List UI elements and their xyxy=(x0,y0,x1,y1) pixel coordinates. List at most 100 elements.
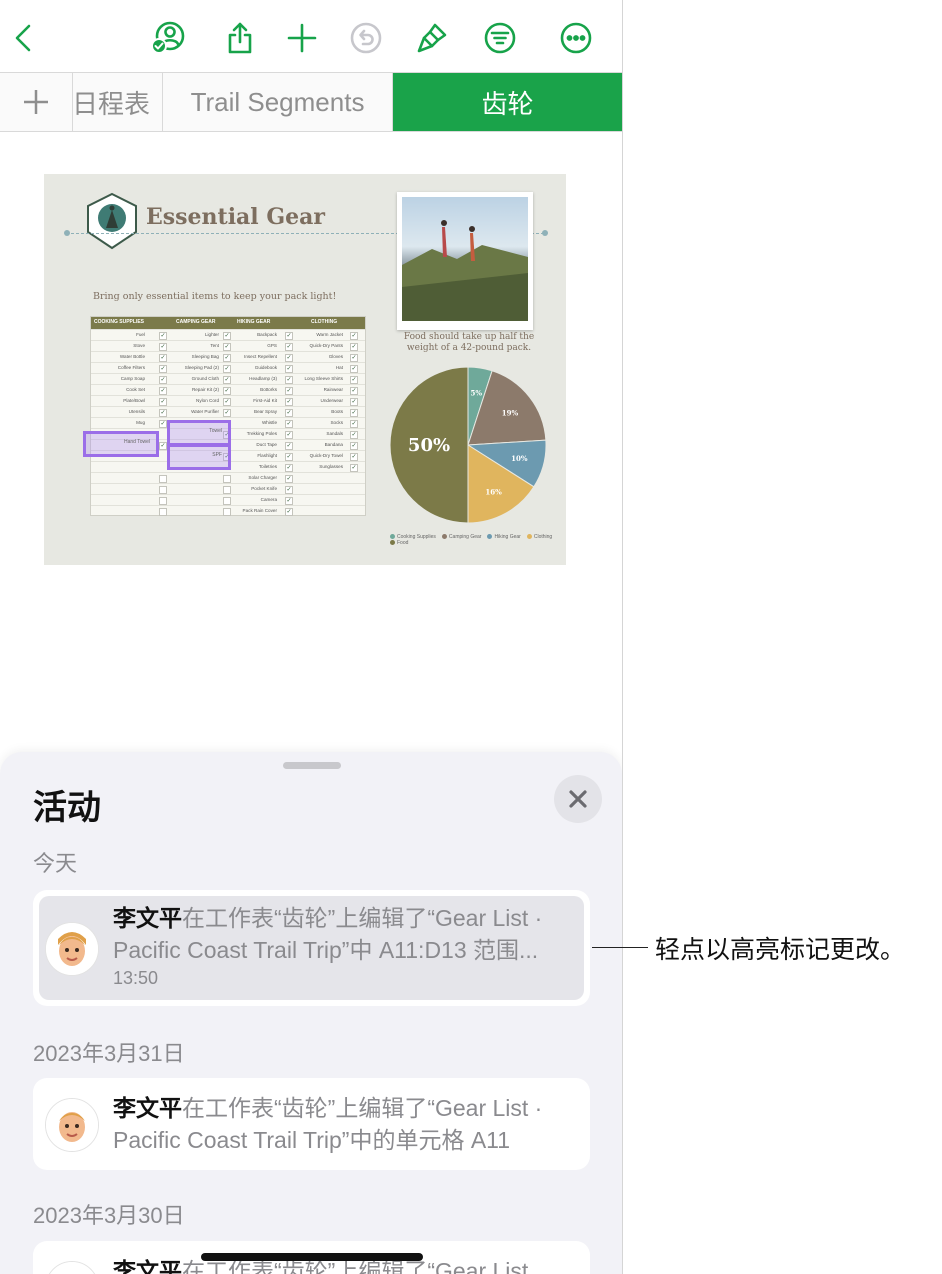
checkbox[interactable]: ✓ xyxy=(223,354,231,362)
checkbox[interactable]: ✓ xyxy=(285,497,293,505)
table-cell[interactable]: Backpack xyxy=(257,332,277,337)
checkbox[interactable]: ✓ xyxy=(350,343,358,351)
checkbox[interactable]: ✓ xyxy=(285,420,293,428)
collaborate-icon[interactable] xyxy=(147,18,187,58)
table-cell[interactable]: Water Purifier xyxy=(191,409,219,414)
format-brush-icon[interactable] xyxy=(412,18,452,58)
checkbox[interactable]: ✓ xyxy=(350,365,358,373)
checkbox[interactable]: ✓ xyxy=(285,508,293,516)
table-cell[interactable]: Duct Tape xyxy=(256,442,277,447)
table-cell[interactable]: Pocket Knife xyxy=(251,486,277,491)
sheet-canvas[interactable]: Essential Gear Bring only essential item… xyxy=(44,174,566,565)
undo-icon[interactable] xyxy=(346,18,386,58)
checkbox[interactable]: ✓ xyxy=(285,343,293,351)
table-cell[interactable]: Bandana xyxy=(325,442,343,447)
checkbox[interactable]: ✓ xyxy=(159,376,167,384)
table-cell[interactable]: Whistle xyxy=(262,420,277,425)
changed-cell-highlight[interactable]: SPF xyxy=(167,444,231,470)
share-icon[interactable] xyxy=(220,18,260,58)
activity-entry[interactable]: 李文平在工作表“齿轮”上编辑了“Gear List · Pacific Coas… xyxy=(33,1078,590,1170)
table-cell[interactable]: Sleeping Pad (2) xyxy=(185,365,219,370)
checkbox[interactable] xyxy=(159,497,167,505)
table-cell[interactable]: Utensils xyxy=(129,409,145,414)
checkbox[interactable] xyxy=(223,475,231,483)
checkbox[interactable] xyxy=(223,486,231,494)
table-cell[interactable]: Camera xyxy=(261,497,277,502)
table-cell[interactable]: Bear Spray xyxy=(254,409,277,414)
checkbox[interactable]: ✓ xyxy=(285,486,293,494)
checkbox[interactable] xyxy=(223,508,231,516)
checkbox[interactable]: ✓ xyxy=(223,332,231,340)
table-cell[interactable]: Rainwear xyxy=(324,387,343,392)
table-cell[interactable]: Long Sleeve Shirts xyxy=(304,376,343,381)
checkbox[interactable]: ✓ xyxy=(350,354,358,362)
table-cell[interactable]: Socks xyxy=(330,420,343,425)
checkbox[interactable]: ✓ xyxy=(350,431,358,439)
table-cell[interactable]: Plate/Bowl xyxy=(123,398,145,403)
filter-icon[interactable] xyxy=(480,18,520,58)
hiker-photo[interactable] xyxy=(397,192,533,330)
table-cell[interactable]: Warm Jacket xyxy=(316,332,343,337)
table-cell[interactable]: Trekking Poles xyxy=(247,431,277,436)
more-icon[interactable] xyxy=(556,18,596,58)
checkbox[interactable]: ✓ xyxy=(350,442,358,450)
checkbox[interactable]: ✓ xyxy=(350,464,358,472)
checkbox[interactable]: ✓ xyxy=(223,409,231,417)
checkbox[interactable]: ✓ xyxy=(159,442,167,450)
table-cell[interactable]: Guidebook xyxy=(255,365,277,370)
checkbox[interactable]: ✓ xyxy=(285,453,293,461)
checkbox[interactable]: ✓ xyxy=(159,343,167,351)
table-cell[interactable]: Sandals xyxy=(326,431,343,436)
checkbox[interactable] xyxy=(159,486,167,494)
checkbox[interactable]: ✓ xyxy=(285,475,293,483)
table-cell[interactable]: Headlamp (3) xyxy=(249,376,277,381)
table-cell[interactable]: Sleeping Bag xyxy=(192,354,219,359)
checkbox[interactable]: ✓ xyxy=(285,464,293,472)
table-row[interactable]: Pack Rain Cover ✓ xyxy=(91,505,365,517)
table-cell[interactable]: GPS xyxy=(267,343,277,348)
table-cell[interactable]: Nylon Cord xyxy=(196,398,219,403)
table-cell[interactable]: Sunglasses xyxy=(319,464,343,469)
tab-schedule[interactable]: 日程表 xyxy=(72,73,163,131)
table-cell[interactable]: First-Aid Kit xyxy=(253,398,277,403)
checkbox[interactable]: ✓ xyxy=(223,398,231,406)
table-cell[interactable]: Hat xyxy=(336,365,343,370)
checkbox[interactable]: ✓ xyxy=(350,376,358,384)
checkbox[interactable]: ✓ xyxy=(285,409,293,417)
table-cell[interactable]: Gloves xyxy=(329,354,343,359)
add-icon[interactable] xyxy=(282,18,322,58)
table-cell[interactable]: Ground Cloth xyxy=(192,376,219,381)
table-cell[interactable]: Underwear xyxy=(321,398,343,403)
table-cell[interactable]: Camp Soap xyxy=(121,376,145,381)
table-cell[interactable]: Flashlight xyxy=(257,453,277,458)
table-cell[interactable]: Mug xyxy=(136,420,145,425)
add-sheet-button[interactable] xyxy=(0,73,73,131)
checkbox[interactable]: ✓ xyxy=(285,398,293,406)
table-cell[interactable]: Quick-Dry Towel xyxy=(310,453,343,458)
checkbox[interactable]: ✓ xyxy=(350,332,358,340)
checkbox[interactable]: ✓ xyxy=(159,387,167,395)
checkbox[interactable]: ✓ xyxy=(285,376,293,384)
table-cell[interactable]: Solar Charger xyxy=(248,475,277,480)
changed-cell-highlight[interactable]: Hand Towel xyxy=(83,431,159,457)
tab-gear[interactable]: 齿轮 xyxy=(393,73,622,131)
checkbox[interactable] xyxy=(159,475,167,483)
checkbox[interactable]: ✓ xyxy=(285,442,293,450)
checkbox[interactable] xyxy=(159,508,167,516)
checkbox[interactable]: ✓ xyxy=(285,354,293,362)
checkbox[interactable]: ✓ xyxy=(285,332,293,340)
checkbox[interactable]: ✓ xyxy=(223,343,231,351)
activity-entry[interactable]: 李文平在工作表“齿轮”上编辑了“Gear List · Pacific Coas… xyxy=(33,890,590,1006)
checkbox[interactable]: ✓ xyxy=(159,409,167,417)
checkbox[interactable]: ✓ xyxy=(223,376,231,384)
checkbox[interactable]: ✓ xyxy=(285,431,293,439)
table-cell[interactable]: Cook Set xyxy=(126,387,145,392)
checkbox[interactable]: ✓ xyxy=(285,387,293,395)
table-cell[interactable]: Water Bottle xyxy=(120,354,145,359)
table-cell[interactable]: Repair Kit (2) xyxy=(192,387,219,392)
checkbox[interactable]: ✓ xyxy=(350,453,358,461)
sheet-grabber[interactable] xyxy=(283,762,341,769)
checkbox[interactable]: ✓ xyxy=(223,387,231,395)
checkbox[interactable]: ✓ xyxy=(350,409,358,417)
gear-table[interactable]: COOKING SUPPLIES CAMPING GEAR HIKING GEA… xyxy=(83,316,366,517)
